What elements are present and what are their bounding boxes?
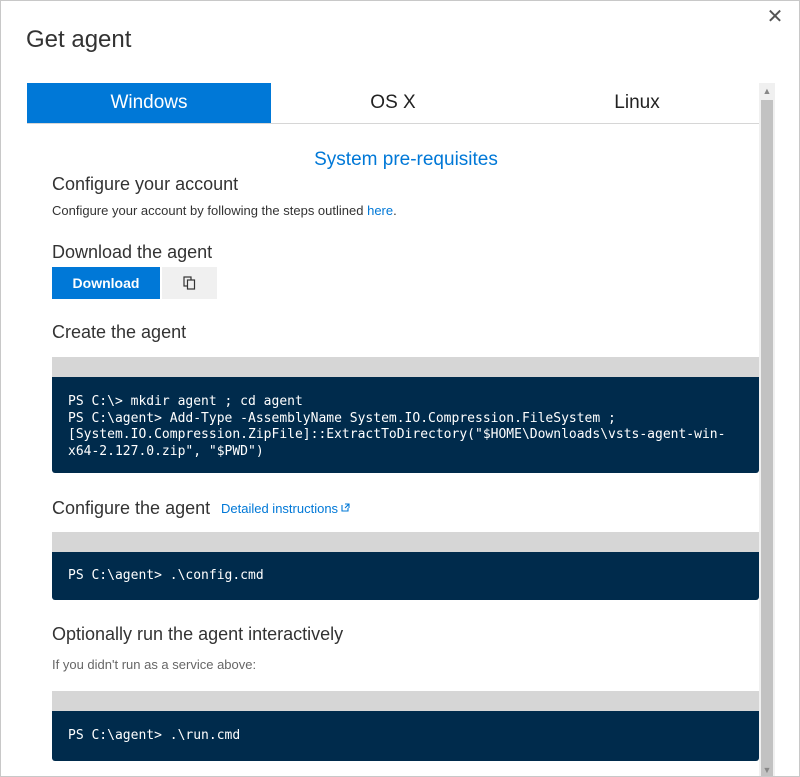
code-line: PS C:\agent> Add-Type -AssemblyName Syst… xyxy=(68,410,616,426)
code-line: PS C:\agent> .\config.cmd xyxy=(68,568,264,583)
create-agent-heading: Create the agent xyxy=(52,322,187,342)
platform-tabs: Windows OS X Linux xyxy=(27,83,759,124)
close-icon[interactable]: ✕ xyxy=(765,7,785,27)
run-code-block[interactable]: PS C:\agent> .\run.cmd xyxy=(52,711,759,761)
dialog-title: Get agent xyxy=(26,26,132,53)
detailed-instructions-link[interactable]: Detailed instructions xyxy=(221,501,350,516)
create-agent-code-block[interactable]: PS C:\> mkdir agent ; cd agent PS C:\age… xyxy=(52,377,759,473)
get-agent-dialog: Get agent ✕ Windows OS X Linux ▲ ▼ Syste… xyxy=(0,0,800,777)
scroll-thumb[interactable] xyxy=(761,100,773,776)
code-line: x64-2.127.0.zip", "$PWD") xyxy=(68,443,264,459)
code-block-header xyxy=(52,357,759,377)
download-agent-heading: Download the agent xyxy=(52,242,213,262)
scroll-up-icon[interactable]: ▲ xyxy=(759,83,775,99)
copy-icon xyxy=(183,276,196,290)
download-button[interactable]: Download xyxy=(52,267,160,299)
tab-windows[interactable]: Windows xyxy=(27,83,271,123)
scrollbar[interactable]: ▲ ▼ xyxy=(759,83,775,776)
external-link-icon xyxy=(341,503,350,512)
code-block-header xyxy=(52,691,759,711)
tab-linux[interactable]: Linux xyxy=(515,83,759,123)
code-line: PS C:\> mkdir agent ; cd agent xyxy=(68,394,303,409)
configure-agent-heading: Configure the agent xyxy=(52,498,211,518)
copy-download-url-button[interactable] xyxy=(162,267,217,299)
tab-osx[interactable]: OS X xyxy=(271,83,515,123)
run-agent-note: If you didn't run as a service above: xyxy=(52,657,257,672)
configure-account-heading: Configure your account xyxy=(52,174,239,194)
scroll-down-icon[interactable]: ▼ xyxy=(759,762,775,776)
config-code-block[interactable]: PS C:\agent> .\config.cmd xyxy=(52,552,759,600)
code-line: PS C:\agent> .\run.cmd xyxy=(68,728,241,743)
code-block-header xyxy=(52,532,759,552)
code-line: [System.IO.Compression.ZipFile]::Extract… xyxy=(68,427,726,442)
run-agent-heading: Optionally run the agent interactively xyxy=(52,624,344,644)
here-link[interactable]: here xyxy=(367,203,393,218)
system-prerequisites-link[interactable]: System pre-requisites xyxy=(314,149,498,170)
configure-account-text: Configure your account by following the … xyxy=(52,203,397,218)
